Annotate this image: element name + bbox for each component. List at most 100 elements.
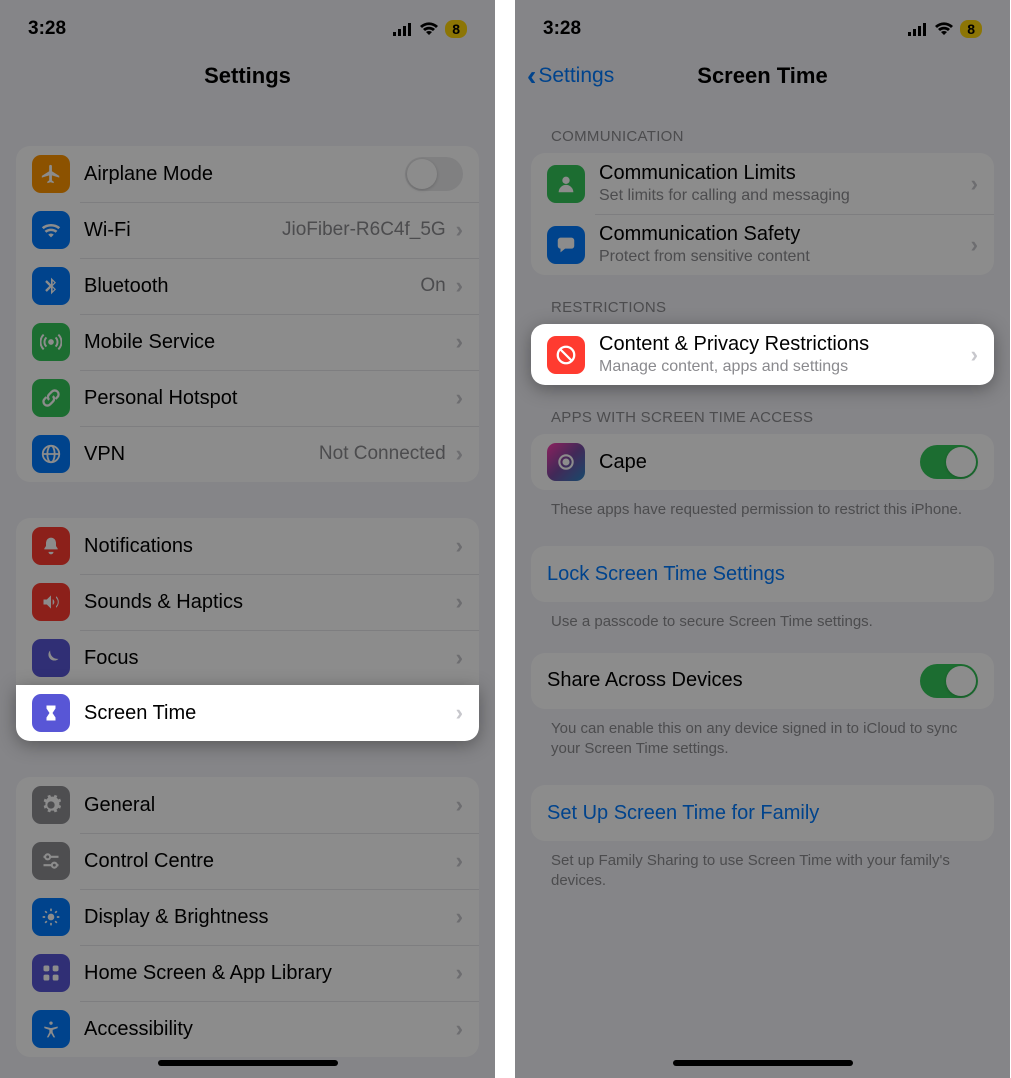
row-wifi[interactable]: Wi-Fi JioFiber-R6C4f_5G › bbox=[16, 202, 479, 258]
status-bar: 3:28 8 bbox=[0, 0, 495, 48]
chevron-icon: › bbox=[456, 904, 463, 930]
chevron-icon: › bbox=[971, 171, 978, 197]
chevron-icon: › bbox=[456, 273, 463, 299]
row-vpn[interactable]: VPN Not Connected › bbox=[16, 426, 479, 482]
status-bar: 3:28 8 bbox=[515, 0, 1010, 48]
bluetooth-value: On bbox=[420, 275, 445, 297]
gear-icon bbox=[32, 786, 70, 824]
row-sounds-haptics[interactable]: Sounds & Haptics › bbox=[16, 574, 479, 630]
row-accessibility[interactable]: Accessibility › bbox=[16, 1001, 479, 1057]
airplane-icon bbox=[32, 155, 70, 193]
antenna-icon bbox=[32, 323, 70, 361]
cellular-icon bbox=[908, 22, 928, 36]
accessibility-icon bbox=[32, 1010, 70, 1048]
row-focus[interactable]: Focus › bbox=[16, 630, 479, 686]
person-icon bbox=[547, 165, 585, 203]
cape-toggle[interactable] bbox=[920, 445, 978, 479]
status-time: 3:28 bbox=[28, 18, 66, 40]
lock-footer: Use a passcode to secure Screen Time set… bbox=[551, 612, 974, 632]
row-home-screen[interactable]: Home Screen & App Library › bbox=[16, 945, 479, 1001]
row-display-brightness[interactable]: Display & Brightness › bbox=[16, 889, 479, 945]
section-apps-access: APPS WITH SCREEN TIME ACCESS bbox=[551, 409, 990, 426]
nav-bar: ‹ Settings Screen Time bbox=[515, 48, 1010, 104]
chevron-icon: › bbox=[456, 848, 463, 874]
general-group: General › Control Centre › Display & Bri… bbox=[16, 777, 479, 1057]
row-communication-safety[interactable]: Communication Safety Protect from sensit… bbox=[531, 214, 994, 275]
bubble-icon bbox=[547, 226, 585, 264]
screen-time-highlight: Screen Time › bbox=[16, 685, 479, 741]
row-share-across-devices[interactable]: Share Across Devices bbox=[531, 653, 994, 709]
row-screen-time[interactable]: Screen Time › bbox=[16, 685, 479, 741]
chevron-icon: › bbox=[971, 232, 978, 258]
battery-badge: 8 bbox=[960, 20, 982, 38]
section-restrictions: RESTRICTIONS bbox=[551, 299, 990, 316]
chevron-icon: › bbox=[971, 342, 978, 368]
share-toggle[interactable] bbox=[920, 664, 978, 698]
globe-icon bbox=[32, 435, 70, 473]
link-icon bbox=[32, 379, 70, 417]
row-personal-hotspot[interactable]: Personal Hotspot › bbox=[16, 370, 479, 426]
nosign-icon bbox=[547, 336, 585, 374]
chevron-icon: › bbox=[456, 792, 463, 818]
wifi-row-icon bbox=[32, 211, 70, 249]
chevron-left-icon: ‹ bbox=[527, 62, 536, 90]
phone-screen-time: 3:28 8 ‹ Settings Screen Time COMMUNICAT… bbox=[515, 0, 1010, 1078]
chevron-icon: › bbox=[456, 217, 463, 243]
wifi-icon bbox=[419, 22, 439, 36]
restrictions-highlight: Content & Privacy Restrictions Manage co… bbox=[531, 324, 994, 385]
row-family-setup[interactable]: Set Up Screen Time for Family bbox=[531, 785, 994, 841]
chevron-icon: › bbox=[456, 329, 463, 355]
lock-group: Lock Screen Time Settings bbox=[531, 546, 994, 602]
chevron-icon: › bbox=[456, 533, 463, 559]
apps-footer: These apps have requested permission to … bbox=[551, 500, 974, 520]
wifi-value: JioFiber-R6C4f_5G bbox=[282, 219, 446, 241]
row-general[interactable]: General › bbox=[16, 777, 479, 833]
row-lock-screen-time[interactable]: Lock Screen Time Settings bbox=[531, 546, 994, 602]
chevron-icon: › bbox=[456, 385, 463, 411]
row-mobile-service[interactable]: Mobile Service › bbox=[16, 314, 479, 370]
hourglass-icon bbox=[32, 694, 70, 732]
grid-icon bbox=[32, 954, 70, 992]
chevron-icon: › bbox=[456, 700, 463, 726]
bell-icon bbox=[32, 527, 70, 565]
row-notifications[interactable]: Notifications › bbox=[16, 518, 479, 574]
row-communication-limits[interactable]: Communication Limits Set limits for call… bbox=[531, 153, 994, 214]
vpn-value: Not Connected bbox=[319, 443, 446, 465]
sliders-icon bbox=[32, 842, 70, 880]
wifi-icon bbox=[934, 22, 954, 36]
family-footer: Set up Family Sharing to use Screen Time… bbox=[551, 851, 974, 892]
row-bluetooth[interactable]: Bluetooth On › bbox=[16, 258, 479, 314]
status-time: 3:28 bbox=[543, 18, 581, 40]
section-communication: COMMUNICATION bbox=[551, 128, 990, 145]
row-content-privacy-restrictions[interactable]: Content & Privacy Restrictions Manage co… bbox=[531, 324, 994, 385]
bluetooth-icon bbox=[32, 267, 70, 305]
apps-access-group: Cape bbox=[531, 434, 994, 490]
home-indicator[interactable] bbox=[158, 1060, 338, 1066]
chevron-icon: › bbox=[456, 1016, 463, 1042]
attention-group: Notifications › Sounds & Haptics › Focus… bbox=[16, 518, 479, 686]
display-icon bbox=[32, 898, 70, 936]
row-control-centre[interactable]: Control Centre › bbox=[16, 833, 479, 889]
chevron-icon: › bbox=[456, 645, 463, 671]
share-group: Share Across Devices bbox=[531, 653, 994, 709]
airplane-toggle[interactable] bbox=[405, 157, 463, 191]
row-cape-app[interactable]: Cape bbox=[531, 434, 994, 490]
chevron-icon: › bbox=[456, 960, 463, 986]
row-airplane-mode[interactable]: Airplane Mode bbox=[16, 146, 479, 202]
battery-badge: 8 bbox=[445, 20, 467, 38]
page-title: Settings bbox=[204, 63, 291, 89]
cape-app-icon bbox=[547, 443, 585, 481]
cellular-icon bbox=[393, 22, 413, 36]
home-indicator[interactable] bbox=[673, 1060, 853, 1066]
network-group: Airplane Mode Wi-Fi JioFiber-R6C4f_5G › … bbox=[16, 146, 479, 482]
chevron-icon: › bbox=[456, 589, 463, 615]
back-button[interactable]: ‹ Settings bbox=[527, 62, 614, 90]
communication-group: Communication Limits Set limits for call… bbox=[531, 153, 994, 275]
nav-bar: Settings bbox=[0, 48, 495, 104]
phone-settings: 3:28 8 Settings Airplane Mode Wi-Fi Ji bbox=[0, 0, 495, 1078]
speaker-icon bbox=[32, 583, 70, 621]
family-group: Set Up Screen Time for Family bbox=[531, 785, 994, 841]
share-footer: You can enable this on any device signed… bbox=[551, 719, 974, 760]
moon-icon bbox=[32, 639, 70, 677]
chevron-icon: › bbox=[456, 441, 463, 467]
